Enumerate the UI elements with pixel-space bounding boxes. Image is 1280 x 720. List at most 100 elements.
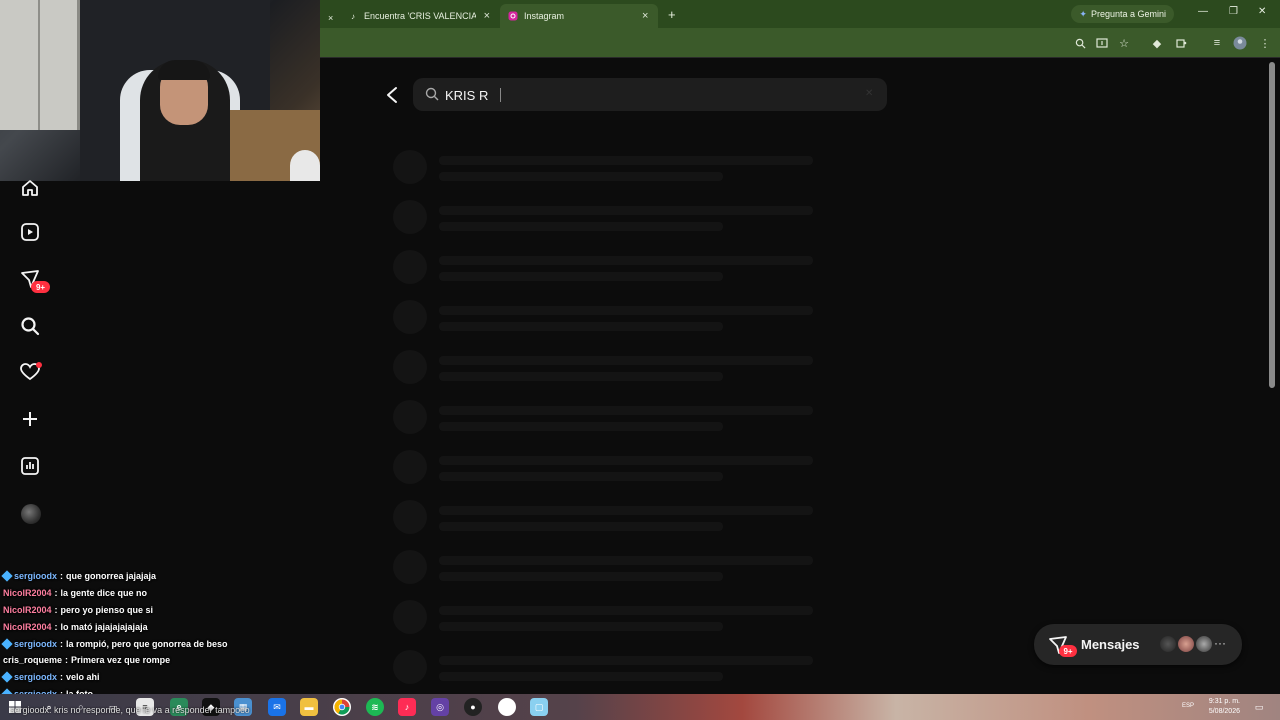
tiktok-icon[interactable]: ♪ [398, 698, 416, 716]
tab-tiktok[interactable]: ♪ Encuentra 'CRIS VALENCIA' en × [340, 4, 498, 28]
tab-label: Instagram [524, 11, 565, 21]
gemini-button[interactable]: ✦ Pregunta a Gemini [1071, 5, 1174, 23]
tab-close-icon[interactable]: × [320, 6, 341, 30]
skeleton-row [393, 450, 833, 490]
search-box[interactable]: ✕ [413, 78, 887, 111]
taskbar-chat-line: sergioodx: kris no responde, que le va a… [10, 705, 250, 715]
skeleton-line [439, 372, 723, 381]
skeleton-line [439, 256, 813, 265]
tab-instagram[interactable]: Instagram × [500, 4, 658, 28]
skeleton-line [439, 456, 813, 465]
stream-chat: sergioodx: que gonorrea jajajaja NicolR200… [1, 568, 323, 702]
clock-date: 5/08/2026 [1208, 708, 1240, 715]
chat-text: velo ahi [66, 672, 100, 683]
skeleton-avatar [393, 300, 427, 334]
profile-avatar[interactable] [21, 504, 41, 524]
back-chevron-icon[interactable] [384, 86, 400, 104]
messages-pill[interactable]: 9+ Mensajes ··· [1034, 624, 1242, 665]
reading-list-icon[interactable]: ≡ [1210, 36, 1224, 50]
skeleton-line [439, 322, 723, 331]
skeleton-row [393, 250, 833, 290]
skeleton-row [393, 400, 833, 440]
chrome-icon[interactable] [333, 698, 351, 716]
skeleton-avatar [393, 200, 427, 234]
skeleton-line [439, 656, 813, 665]
webcam-overlay [0, 0, 320, 181]
chat-username: NicolR2004 [3, 604, 52, 615]
close-window-button[interactable]: ✕ [1258, 6, 1266, 17]
create-plus-icon[interactable] [19, 408, 41, 430]
install-app-icon[interactable] [1095, 36, 1109, 50]
skeleton-line [439, 306, 813, 315]
language-indicator[interactable]: ESP [1182, 703, 1194, 709]
skeleton-line [439, 356, 813, 365]
chat-username: sergioodx [14, 672, 58, 683]
app-icon[interactable]: ▢ [530, 698, 548, 716]
skeleton-row [393, 150, 833, 190]
maximize-button[interactable]: ❐ [1229, 6, 1238, 17]
badge-gem-icon [1, 637, 13, 650]
close-icon[interactable]: × [484, 10, 490, 22]
chat-username: NicolR2004 [3, 588, 52, 599]
instagram-icon [508, 11, 518, 21]
search-icon[interactable] [19, 315, 41, 337]
text-cursor [500, 88, 506, 102]
menu-kebab-icon[interactable]: ⋮ [1258, 36, 1272, 50]
zoom-icon[interactable] [1073, 36, 1087, 50]
page-scrollbar[interactable] [1269, 62, 1275, 388]
chat-message: NicolR2004: la gente dice que no [3, 585, 323, 602]
folder-icon[interactable]: ▬ [300, 698, 318, 716]
obs-icon[interactable]: ● [464, 698, 482, 716]
chat-text: la rompió, pero que gonorrea de beso [66, 638, 228, 649]
system-clock[interactable]: 9:31 p. m. 5/08/2026 [1209, 697, 1240, 717]
skeleton-line [439, 272, 723, 281]
avatar [1194, 634, 1214, 654]
search-icon [425, 87, 439, 106]
messages-label: Mensajes [1081, 637, 1140, 652]
chat-message: sergioodx: velo ahi [1, 669, 323, 686]
skeleton-avatar [393, 500, 427, 534]
minimize-button[interactable]: — [1198, 6, 1208, 17]
chat-message: NicolR2004: pero yo pienso que si [3, 602, 323, 619]
chat-text: pero yo pienso que si [60, 604, 154, 615]
mail-icon[interactable]: ✉ [268, 698, 286, 716]
cam-cabinet [0, 0, 80, 130]
skeleton-line [439, 422, 723, 431]
new-tab-button[interactable]: + [660, 2, 684, 26]
skeleton-avatar [393, 250, 427, 284]
avatar [1158, 634, 1178, 654]
reels-icon[interactable] [19, 221, 41, 243]
discord-icon[interactable]: ◎ [431, 698, 449, 716]
extension-diamond-icon[interactable]: ◆ [1150, 36, 1164, 50]
home-icon[interactable] [19, 177, 41, 199]
dashboard-icon[interactable] [19, 455, 41, 477]
chat-separator: : [60, 571, 64, 582]
chat-text: la gente dice que no [60, 588, 148, 599]
close-icon[interactable]: × [642, 10, 648, 22]
extensions-puzzle-icon[interactable] [1174, 36, 1188, 50]
skeleton-line [439, 156, 813, 165]
skeleton-line [439, 672, 723, 681]
skeleton-avatar [393, 650, 427, 684]
chat-message: sergioodx: la rompió, pero que gonorrea d… [1, 635, 323, 652]
chat-message: cris_roqueme: Primera vez que rompe [3, 652, 323, 669]
skeleton-row [393, 200, 833, 240]
bookmark-star-icon[interactable]: ☆ [1117, 36, 1131, 50]
skeleton-line [439, 622, 723, 631]
skeleton-avatar [393, 450, 427, 484]
notifications-icon[interactable]: ▭ [1250, 698, 1268, 716]
chrome-icon[interactable]: ◉ [498, 698, 516, 716]
chat-username: cris_roqueme [3, 655, 63, 666]
clear-search-icon[interactable]: ✕ [865, 88, 877, 100]
chat-separator: : [60, 672, 64, 683]
profile-avatar-icon[interactable] [1233, 36, 1247, 50]
notifications-badge: 9+ [31, 281, 50, 293]
spotify-icon[interactable]: ≋ [366, 698, 384, 716]
badge-gem-icon [1, 570, 13, 583]
skeleton-line [439, 556, 813, 565]
clock-time: 9:31 p. m. [1208, 698, 1240, 705]
activity-dot [36, 362, 42, 368]
chat-separator: : [54, 604, 58, 615]
chat-separator: : [54, 621, 58, 632]
skeleton-line [439, 206, 813, 215]
